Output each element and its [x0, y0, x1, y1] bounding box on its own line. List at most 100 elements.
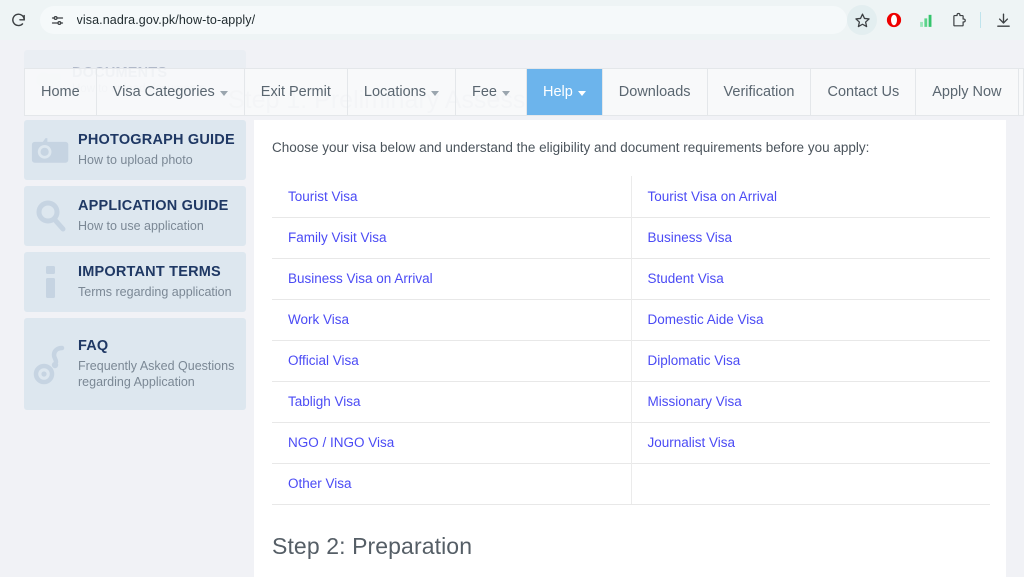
opera-extension-icon[interactable] [879, 5, 909, 35]
table-cell: Other Visa [272, 462, 631, 505]
table-row: Tourist Visa Tourist Visa on Arrival [272, 176, 990, 218]
nav-label: Verification [723, 84, 795, 100]
table-cell: Tourist Visa on Arrival [630, 176, 990, 218]
table-row: Other Visa [272, 462, 990, 505]
puzzle-extensions-icon[interactable] [943, 5, 973, 35]
chevron-down-icon [577, 90, 586, 96]
sidebar-item-subtitle: How to use application [78, 218, 204, 233]
table-cell: Tabligh Visa [272, 380, 631, 423]
sidebar-item-important-terms[interactable]: IMPORTANT TERMS Terms regarding applicat… [24, 252, 246, 312]
main-content: Choose your visa below and understand th… [254, 120, 1006, 577]
nav-filler [1019, 69, 1024, 115]
sidebar-item-subtitle: Terms regarding application [78, 284, 232, 299]
table-cell: Tourist Visa [272, 176, 631, 217]
visa-link[interactable]: Student Visa [648, 271, 724, 286]
sidebar-item-title: FAQ [78, 337, 109, 354]
toolbar-actions [847, 5, 1024, 35]
sidebar-item-title: IMPORTANT TERMS [78, 264, 221, 281]
sidebar-item-subtitle: How to upload photo [78, 152, 193, 167]
visa-link[interactable]: Diplomatic Visa [648, 353, 741, 368]
table-row: NGO / INGO Visa Journalist Visa [272, 421, 990, 464]
sidebar-item-photograph-guide[interactable]: PHOTOGRAPH GUIDE How to upload photo [24, 120, 246, 180]
help-sidebar: PHOTOGRAPH GUIDE How to upload photo APP… [24, 120, 246, 416]
step2-heading: Step 2: Preparation [272, 532, 473, 559]
table-cell: Official Visa [272, 339, 631, 382]
visa-link[interactable]: Tourist Visa [288, 189, 358, 204]
sidebar-item-faq[interactable]: FAQ Frequently Asked Questions regarding… [24, 318, 246, 410]
nav-item-apply-now[interactable]: Apply Now [916, 69, 1019, 115]
visa-link[interactable]: Business Visa on Arrival [288, 271, 433, 286]
table-cell: Journalist Visa [630, 421, 990, 464]
nav-label: Home [41, 84, 80, 100]
sidebar-item-application-guide[interactable]: APPLICATION GUIDE How to use application [24, 186, 246, 246]
visa-link[interactable]: Journalist Visa [648, 435, 736, 450]
nav-label: Exit Permit [260, 84, 331, 100]
visa-link[interactable]: NGO / INGO Visa [288, 435, 394, 450]
visa-link[interactable]: Domestic Aide Visa [648, 312, 764, 327]
visa-table-body: Tourist Visa Tourist Visa on Arrival Famil… [272, 176, 990, 505]
key-icon [30, 342, 72, 386]
url-text[interactable]: visa.nadra.gov.pk/how-to-apply/ [77, 13, 256, 27]
visa-link[interactable]: Work Visa [288, 312, 349, 327]
nav-item-contact-us[interactable]: Contact Us [811, 69, 917, 115]
nav-label: Locations [363, 84, 426, 100]
table-row: Work Visa Domestic Aide Visa [272, 298, 990, 341]
table-row: Official Visa Diplomatic Visa [272, 339, 990, 382]
reload-icon [12, 13, 26, 26]
table-cell: Family Visit Visa [272, 216, 631, 259]
address-bar[interactable]: visa.nadra.gov.pk/how-to-apply/ [39, 6, 847, 34]
visa-link[interactable]: Family Visit Visa [288, 230, 387, 245]
sidebar-item-title: APPLICATION GUIDE [78, 198, 229, 215]
chevron-down-icon [430, 90, 439, 96]
intro-paragraph: Choose your visa below and understand th… [272, 140, 870, 155]
nav-label: Contact Us [827, 84, 900, 100]
visa-link[interactable]: Official Visa [288, 353, 359, 368]
nav-label: Help [542, 84, 573, 100]
visa-link[interactable]: Missionary Visa [648, 394, 742, 409]
page-viewport: DOCUMENTS How to upload documents Step 1… [0, 40, 1024, 577]
opera-glyph [886, 12, 902, 28]
reload-button[interactable] [4, 5, 34, 35]
nav-label: Fee [471, 84, 497, 100]
nav-label: Downloads [618, 84, 691, 100]
table-cell: Domestic Aide Visa [630, 298, 990, 341]
table-cell: Student Visa [630, 257, 990, 300]
nav-item-locations[interactable]: Locations [348, 69, 456, 115]
info-icon [30, 260, 72, 304]
download-icon[interactable] [988, 5, 1018, 35]
sidebar-item-title: PHOTOGRAPH GUIDE [78, 132, 235, 149]
site-navigation: Home Visa Categories Exit Permit Locatio… [24, 68, 1024, 116]
nav-label: Visa Categories [112, 84, 215, 100]
table-cell: Business Visa [630, 216, 990, 259]
nav-item-downloads[interactable]: Downloads [603, 69, 708, 115]
camera-icon [30, 128, 72, 172]
toolbar-divider [980, 12, 981, 28]
browser-toolbar: visa.nadra.gov.pk/how-to-apply/ [0, 0, 1024, 40]
chevron-down-icon [501, 90, 510, 96]
table-row: Tabligh Visa Missionary Visa [272, 380, 990, 423]
table-cell: Missionary Visa [630, 380, 990, 423]
signal-bars-icon[interactable] [911, 5, 941, 35]
nav-item-home[interactable]: Home [24, 69, 97, 115]
table-cell: Work Visa [272, 298, 631, 341]
table-cell: NGO / INGO Visa [272, 421, 631, 464]
nav-label: Apply Now [932, 84, 1002, 100]
visa-link[interactable]: Business Visa [648, 230, 733, 245]
site-settings-icon[interactable] [50, 13, 65, 28]
table-cell: Diplomatic Visa [630, 339, 990, 382]
chevron-down-icon [219, 90, 228, 96]
nav-item-fee[interactable]: Fee [456, 69, 527, 115]
visa-link[interactable]: Other Visa [288, 476, 352, 491]
sidebar-item-subtitle: Frequently Asked Questions regarding App… [78, 358, 235, 389]
nav-item-verification[interactable]: Verification [708, 69, 812, 115]
table-cell: Business Visa on Arrival [272, 257, 631, 300]
visa-types-table: Tourist Visa Tourist Visa on Arrival Famil… [272, 176, 990, 505]
magnifier-icon [30, 194, 72, 238]
bookmark-star-icon[interactable] [847, 5, 877, 35]
nav-item-visa-categories[interactable]: Visa Categories [97, 69, 245, 115]
visa-link[interactable]: Tabligh Visa [288, 394, 361, 409]
visa-link[interactable]: Tourist Visa on Arrival [648, 189, 778, 204]
table-cell [630, 462, 990, 505]
nav-item-help[interactable]: Help [526, 69, 603, 115]
nav-item-exit-permit[interactable]: Exit Permit [245, 69, 348, 115]
